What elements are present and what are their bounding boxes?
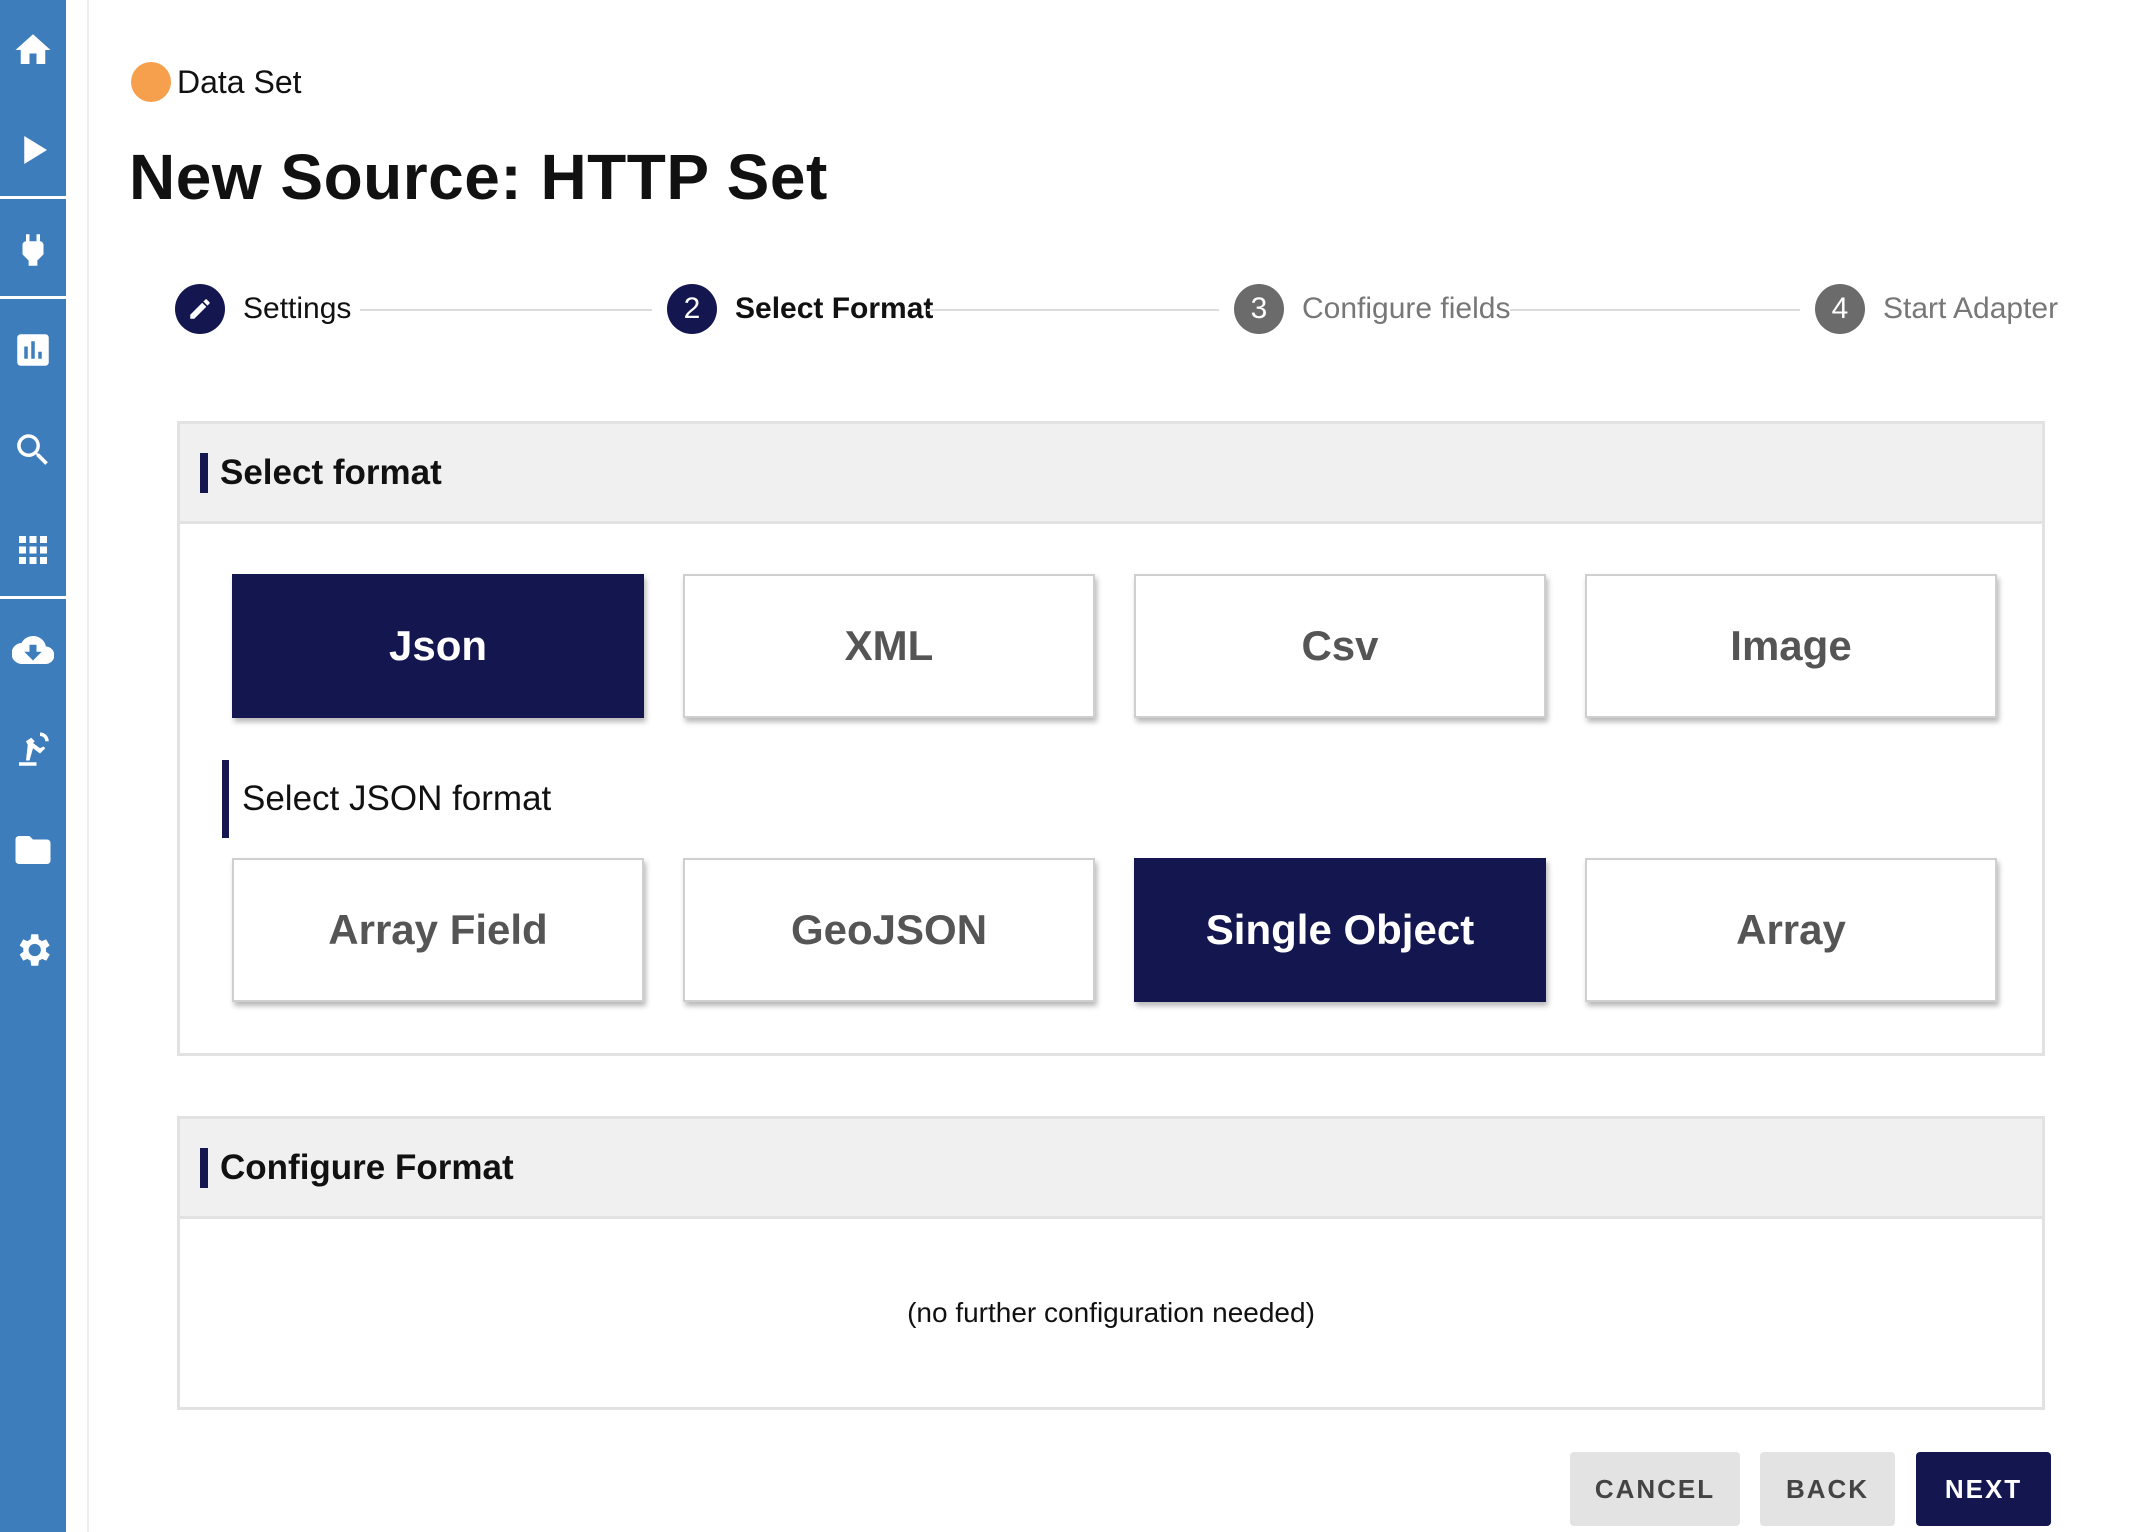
json-format-subheader: Select JSON format xyxy=(222,760,551,838)
format-option-xml[interactable]: XML xyxy=(683,574,1095,718)
content-divider xyxy=(87,0,89,1532)
panel-accent-bar xyxy=(200,452,208,493)
sidebar-item-connect[interactable] xyxy=(0,200,66,300)
format-option-json[interactable]: Json xyxy=(232,574,644,718)
next-button[interactable]: NEXT xyxy=(1916,1452,2051,1526)
panel-title: Configure Format xyxy=(220,1147,514,1187)
step-settings[interactable]: Settings xyxy=(175,284,351,334)
step-connector xyxy=(1510,309,1800,311)
breadcrumb-label: Data Set xyxy=(177,63,302,100)
folder-icon xyxy=(15,836,51,864)
breadcrumb[interactable]: Data Set xyxy=(131,62,302,102)
chart-icon xyxy=(17,334,49,366)
json-option-single-object[interactable]: Single Object xyxy=(1134,858,1546,1002)
json-format-subtitle: Select JSON format xyxy=(242,779,552,818)
search-icon xyxy=(17,434,48,465)
json-option-array[interactable]: Array xyxy=(1585,858,1997,1002)
back-button[interactable]: BACK xyxy=(1760,1452,1895,1526)
wizard-stepper: Settings 2 Select Format 3 Configure fie… xyxy=(175,284,2058,334)
sidebar-divider xyxy=(0,196,66,199)
robot-arm-icon xyxy=(19,732,49,766)
step-label-configure-fields: Configure fields xyxy=(1302,292,1511,325)
format-option-image[interactable]: Image xyxy=(1585,574,1997,718)
sidebar-divider xyxy=(0,296,66,299)
configure-format-panel: Configure Format (no further configurati… xyxy=(177,1116,2045,1410)
sidebar-item-home[interactable] xyxy=(0,0,66,100)
dataset-dot-icon xyxy=(131,62,171,102)
step-label-start-adapter: Start Adapter xyxy=(1883,292,2059,325)
sidebar xyxy=(0,0,66,1532)
sidebar-item-assets[interactable] xyxy=(0,700,66,800)
step-start-adapter[interactable]: 4 Start Adapter xyxy=(1815,284,2058,334)
json-option-geojson[interactable]: GeoJSON xyxy=(683,858,1095,1002)
gear-icon xyxy=(19,934,50,966)
step-number: 4 xyxy=(1815,284,1865,334)
panel-header: Select format xyxy=(180,424,2042,524)
sidebar-divider xyxy=(0,596,66,599)
subheader-accent-bar xyxy=(222,760,229,838)
step-configure-fields[interactable]: 3 Configure fields xyxy=(1234,284,1510,334)
panel-header: Configure Format xyxy=(180,1119,2042,1219)
sidebar-item-settings[interactable] xyxy=(0,900,66,1000)
config-message: (no further configuration needed) xyxy=(907,1297,1315,1328)
step-circle-settings xyxy=(175,284,225,334)
panel-title: Select format xyxy=(220,452,442,492)
sidebar-item-play[interactable] xyxy=(0,100,66,200)
panel-accent-bar xyxy=(200,1147,208,1188)
step-select-format[interactable]: 2 Select Format xyxy=(667,284,933,334)
sidebar-item-apps[interactable] xyxy=(0,500,66,600)
plug-icon xyxy=(22,234,44,266)
json-option-array-field[interactable]: Array Field xyxy=(232,858,644,1002)
apps-grid-icon xyxy=(19,536,47,564)
step-connector xyxy=(927,309,1219,311)
step-number: 2 xyxy=(667,284,717,334)
page-title: New Source: HTTP Set xyxy=(129,141,828,213)
step-label-settings: Settings xyxy=(243,292,352,325)
select-format-panel: Select format Json XML Csv Image Select … xyxy=(177,421,2045,1056)
play-icon xyxy=(24,136,47,164)
sidebar-item-dashboard[interactable] xyxy=(0,300,66,400)
sidebar-item-install[interactable] xyxy=(0,600,66,700)
pencil-icon xyxy=(190,299,210,319)
step-connector xyxy=(360,309,652,311)
home-icon xyxy=(15,34,51,64)
sidebar-item-search[interactable] xyxy=(0,400,66,500)
cloud-download-icon xyxy=(12,635,54,665)
format-option-csv[interactable]: Csv xyxy=(1134,574,1546,718)
step-label-select-format: Select Format xyxy=(735,292,934,325)
cancel-button[interactable]: CANCEL xyxy=(1570,1452,1740,1526)
sidebar-item-files[interactable] xyxy=(0,800,66,900)
step-number: 3 xyxy=(1234,284,1284,334)
